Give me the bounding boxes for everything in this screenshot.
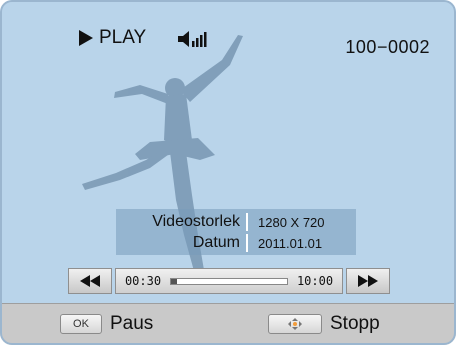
- current-time: 00:30: [124, 274, 162, 288]
- volume-icon: [178, 31, 207, 47]
- date-value: 2011.01.01: [258, 235, 323, 251]
- dpad-key[interactable]: [268, 314, 322, 334]
- date-label: Datum: [192, 234, 240, 251]
- ok-key[interactable]: OK: [60, 314, 102, 334]
- softkey-bar: OK Paus Stopp: [0, 303, 456, 345]
- video-size-row: Videostorlek 1280 X 720: [116, 211, 325, 233]
- play-label: PLAY: [99, 27, 147, 48]
- pause-label: Paus: [110, 313, 154, 334]
- dpad-icon: [288, 318, 302, 330]
- playback-controls: 00:30 10:00: [68, 268, 390, 294]
- video-info-panel: Videostorlek 1280 X 720 Datum 2011.01.01: [116, 209, 356, 255]
- play-icon: [79, 30, 93, 46]
- fast-forward-icon: [358, 275, 378, 287]
- progress-bar[interactable]: 00:30 10:00: [115, 268, 343, 294]
- rewind-icon: [80, 275, 100, 287]
- play-status: PLAY: [79, 27, 146, 49]
- date-row: Datum 2011.01.01: [116, 232, 322, 254]
- rewind-button[interactable]: [68, 268, 112, 294]
- total-time: 10:00: [296, 274, 334, 288]
- playback-screen: PLAY 100−0002 Videostorlek 1280 X 720 Da…: [0, 0, 456, 345]
- progress-track[interactable]: [170, 277, 288, 285]
- video-size-label: Videostorlek: [152, 213, 240, 230]
- fast-forward-button[interactable]: [346, 268, 390, 294]
- progress-fill: [171, 278, 177, 284]
- video-size-value: 1280 X 720: [258, 214, 325, 230]
- stop-label: Stopp: [330, 313, 380, 334]
- file-number: 100−0002: [345, 37, 430, 57]
